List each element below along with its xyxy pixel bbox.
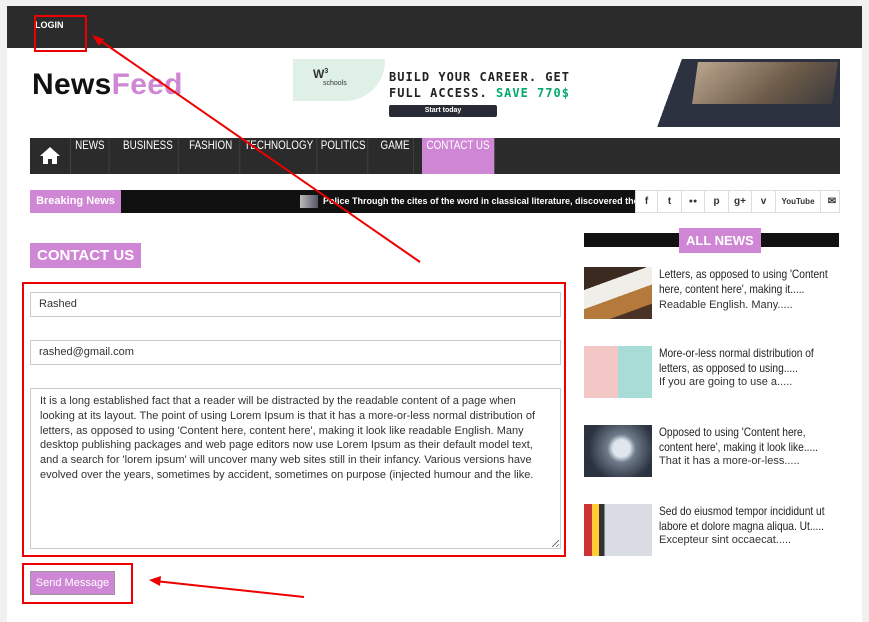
sidebar-title: ALL NEWS — [679, 228, 761, 253]
nav-item-business[interactable]: BUSINESS — [118, 138, 179, 174]
ad-headline-1: BUILD YOUR CAREER. GET — [389, 70, 570, 84]
ad-headline-2: FULL ACCESS. SAVE 770$ — [389, 86, 570, 100]
nav-item-politics[interactable]: POLITICS — [319, 138, 369, 174]
post-excerpt: That it has a more-or-less..... — [659, 455, 800, 467]
login-annotation-box — [34, 15, 87, 52]
twitter-icon[interactable]: t — [658, 191, 682, 212]
top-bar: LOGIN — [7, 6, 862, 48]
email-icon[interactable]: ✉ — [821, 191, 843, 212]
post-thumbnail[interactable] — [584, 346, 652, 398]
vimeo-icon[interactable]: v — [752, 191, 776, 212]
site-logo[interactable]: NewsFeed — [32, 68, 183, 102]
post-title[interactable]: Opposed to using 'Content here, content … — [659, 425, 838, 454]
post-title[interactable]: Sed do eiusmod tempor incididunt ut labo… — [659, 504, 838, 533]
post-excerpt: Readable English. Many..... — [659, 299, 793, 311]
post-title[interactable]: Letters, as opposed to using 'Content he… — [659, 267, 838, 296]
post-thumbnail[interactable] — [584, 267, 652, 319]
sidebar-post[interactable]: Letters, as opposed to using 'Content he… — [584, 267, 839, 327]
ticker-thumbnail — [300, 195, 318, 208]
logo-part-news: News — [32, 68, 112, 101]
sidebar-post[interactable]: More-or-less normal distribution of lett… — [584, 346, 839, 406]
nav-item-news[interactable]: NEWS — [71, 138, 110, 174]
ad-banner[interactable]: W3 schools BUILD YOUR CAREER. GET FULL A… — [293, 59, 840, 127]
news-ticker[interactable]: Police Through the cites of the word in … — [323, 190, 635, 213]
youtube-icon[interactable]: YouTube — [776, 191, 821, 212]
post-thumbnail[interactable] — [584, 504, 652, 556]
social-icons: f t ●● p g+ v YouTube ✉ — [635, 190, 840, 213]
sidebar-post[interactable]: Opposed to using 'Content here, content … — [584, 425, 839, 485]
logo-part-feed: Feed — [111, 68, 183, 101]
nav-item-game[interactable]: GAME — [377, 138, 414, 174]
post-title[interactable]: More-or-less normal distribution of lett… — [659, 346, 838, 375]
google-plus-icon[interactable]: g+ — [729, 191, 752, 212]
nav-item-contact-us[interactable]: CONTACT US — [422, 138, 495, 174]
nav-item-fashion[interactable]: FASHION — [182, 138, 241, 174]
breaking-news-label: Breaking News — [30, 190, 121, 213]
sidebar-post[interactable]: Sed do eiusmod tempor incididunt ut labo… — [584, 504, 839, 564]
form-annotation-box — [22, 282, 566, 557]
ad-brand-subtext: schools — [323, 80, 347, 87]
send-annotation-box — [22, 563, 133, 604]
post-excerpt: Excepteur sint occaecat..... — [659, 534, 792, 546]
contact-title: CONTACT US — [30, 243, 142, 268]
nav-home[interactable] — [30, 138, 71, 174]
ad-brand-logo: W3 — [313, 67, 329, 81]
facebook-icon[interactable]: f — [636, 191, 658, 212]
pinterest-icon[interactable]: p — [705, 191, 729, 212]
page: LOGIN NewsFeed W3 schools BUILD YOUR CAR… — [7, 6, 862, 622]
breaking-news-bar: Breaking News Police Through the cites o… — [30, 190, 840, 213]
post-thumbnail[interactable] — [584, 425, 652, 477]
nav-item-technology[interactable]: TECHNOLOGY — [241, 138, 318, 174]
ad-photo — [657, 59, 840, 127]
ad-cta-button[interactable]: Start today — [389, 105, 497, 117]
home-icon — [40, 147, 60, 164]
main-nav: NEWS BUSINESS FASHION TECHNOLOGY POLITIC… — [30, 138, 840, 174]
post-excerpt: If you are going to use a..... — [659, 376, 793, 388]
flickr-icon[interactable]: ●● — [682, 191, 705, 212]
